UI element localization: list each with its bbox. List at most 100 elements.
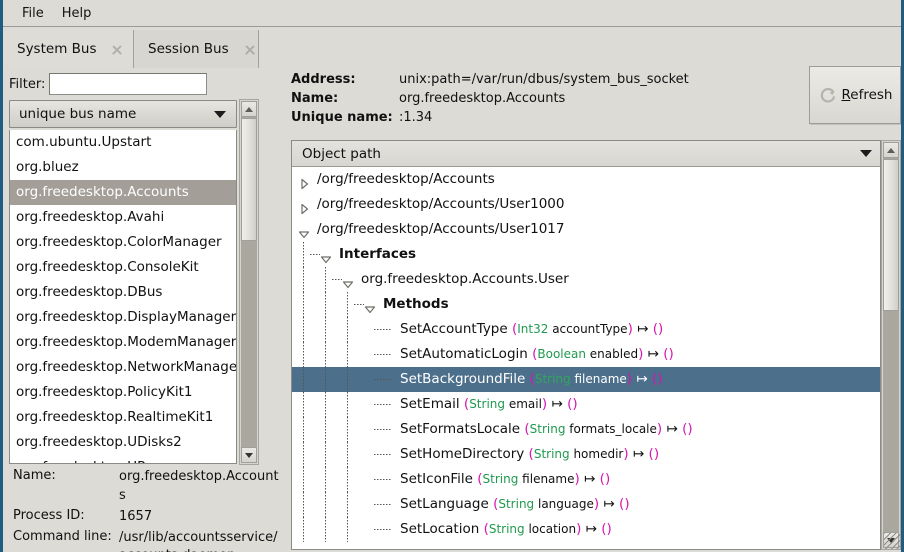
tree-expander-open-icon[interactable]	[320, 249, 332, 264]
list-item[interactable]: org.freedesktop.Accounts	[10, 180, 236, 205]
paren-open: (	[524, 446, 534, 462]
method-signature: SetAccountType (Int32 accountType) ↦ ()	[400, 317, 663, 342]
object-path-column-header[interactable]: Object path	[292, 141, 880, 167]
close-icon[interactable]	[243, 43, 246, 56]
list-item[interactable]: org.freedesktop.UPower	[10, 455, 236, 463]
refresh-button[interactable]: Refresh	[809, 66, 901, 124]
tab-session-bus[interactable]: Session Bus	[134, 30, 259, 68]
tree-row[interactable]: Methods	[292, 292, 880, 317]
tree-row[interactable]: /org/freedesktop/Accounts	[292, 167, 880, 192]
list-item[interactable]: org.freedesktop.ModemManager	[10, 330, 236, 355]
tab-session-bus-label: Session Bus	[148, 41, 229, 57]
method-return-type: ()	[652, 321, 664, 337]
tree-guide-line	[303, 242, 304, 267]
detail-value: :1.34	[399, 110, 433, 125]
method-arg-name: email	[505, 397, 542, 411]
tree-guide-stub	[374, 404, 392, 405]
tree-guide-stub	[374, 454, 392, 455]
menu-item-file[interactable]: File	[13, 3, 53, 24]
bus-name-type-select[interactable]: unique bus name	[9, 100, 237, 128]
tab-system-bus-label: System Bus	[17, 41, 97, 57]
tree-row[interactable]: Interfaces	[292, 242, 880, 267]
method-arg-type: String	[498, 497, 535, 511]
scroll-down-icon[interactable]	[241, 447, 257, 463]
tree-row-label: Methods	[383, 296, 449, 312]
returns-arrow-icon: ↦	[632, 371, 652, 387]
bus-name-type-value: unique bus name	[19, 106, 137, 122]
tree-row-method[interactable]: SetLanguage (String language) ↦ ()	[292, 492, 880, 517]
list-item[interactable]: org.freedesktop.ConsoleKit	[10, 255, 236, 280]
tree-expander-open-icon[interactable]	[342, 274, 354, 289]
tree-row[interactable]: org.freedesktop.Accounts.User	[292, 267, 880, 292]
method-arg-type: String	[469, 397, 505, 411]
tree-guide-line	[325, 392, 326, 417]
list-item[interactable]: org.freedesktop.NetworkManager	[10, 355, 236, 380]
list-item[interactable]: org.freedesktop.UDisks2	[10, 430, 236, 455]
list-item-label: org.freedesktop.UPower	[16, 459, 178, 463]
tree-row[interactable]: /org/freedesktop/Accounts/User1017	[292, 217, 880, 242]
list-item[interactable]: com.ubuntu.Upstart	[10, 130, 236, 155]
tree-expander-open-icon[interactable]	[298, 224, 310, 239]
list-item[interactable]: org.freedesktop.RealtimeKit1	[10, 405, 236, 430]
scroll-up-icon[interactable]	[241, 101, 257, 117]
scroll-up-icon[interactable]	[883, 142, 899, 158]
close-icon[interactable]	[110, 43, 121, 56]
search-input[interactable]	[49, 73, 208, 95]
tree-expander-closed-icon[interactable]	[298, 174, 310, 190]
tree-guide-line	[347, 517, 348, 542]
info-row: Process ID: 1657	[7, 508, 279, 527]
scrollbar-thumb[interactable]	[241, 118, 257, 241]
tree-guide-line	[347, 292, 348, 317]
tree-row-method[interactable]: SetEmail (String email) ↦ ()	[292, 392, 880, 417]
list-item-label: org.freedesktop.ColorManager	[16, 234, 222, 250]
paren-open: (	[459, 396, 470, 412]
method-arg-name: location	[524, 522, 577, 536]
method-name: SetEmail	[400, 396, 460, 412]
list-item[interactable]: org.freedesktop.Avahi	[10, 205, 236, 230]
menu-item-help[interactable]: Help	[53, 3, 101, 24]
object-tree-body[interactable]: /org/freedesktop/Accounts/org/freedeskto…	[292, 167, 880, 549]
tree-row-method[interactable]: SetLocation (String location) ↦ ()	[292, 517, 880, 542]
tree-row-method[interactable]: SetBackgroundFile (String filename) ↦ ()	[292, 367, 880, 392]
list-item[interactable]: org.freedesktop.ColorManager	[10, 230, 236, 255]
tree-expander-open-icon[interactable]	[364, 299, 376, 314]
method-return-type: ()	[682, 421, 693, 437]
tree-row-label: org.freedesktop.Accounts.User	[361, 271, 569, 287]
bus-names-list[interactable]: com.ubuntu.Upstart org.bluez org.freedeskt…	[9, 130, 237, 464]
detail-key: Address:	[291, 72, 356, 87]
tree-expander-closed-icon[interactable]	[298, 199, 310, 215]
tree-row-method[interactable]: SetAutomaticLogin (Boolean enabled) ↦ ()	[292, 342, 880, 367]
method-arg-name: enabled	[585, 347, 639, 361]
method-arg-type: Int32	[517, 322, 549, 336]
list-item[interactable]: org.freedesktop.DisplayManager	[10, 305, 236, 330]
object-tree-scrollbar[interactable]	[881, 140, 901, 550]
method-arg-name: language	[534, 497, 594, 511]
method-arg-type: String	[533, 447, 570, 461]
paren-open: (	[525, 371, 535, 387]
window-resize-grip[interactable]	[884, 533, 900, 549]
list-item[interactable]: org.freedesktop.PolicyKit1	[10, 380, 236, 405]
chevron-down-icon[interactable]	[860, 150, 872, 157]
chevron-down-icon	[214, 110, 226, 118]
tree-guide-line	[347, 442, 348, 467]
scrollbar-thumb[interactable]	[883, 159, 899, 311]
tab-system-bus[interactable]: System Bus	[3, 30, 134, 68]
tree-guide-line	[347, 392, 348, 417]
list-item[interactable]: org.bluez	[10, 155, 236, 180]
tree-row-method[interactable]: SetHomeDirectory (String homedir) ↦ ()	[292, 442, 880, 467]
tree-row-method[interactable]: SetAccountType (Int32 accountType) ↦ ()	[292, 317, 880, 342]
filter-row: Filter:	[9, 71, 277, 97]
tree-row-method[interactable]: SetFormatsLocale (String formats_locale)…	[292, 417, 880, 442]
method-arg-type: String	[529, 422, 566, 436]
tree-guide-line	[325, 267, 326, 292]
bus-names-scrollbar[interactable]	[239, 99, 259, 465]
returns-arrow-icon: ↦	[643, 346, 664, 362]
method-return-type: ()	[601, 521, 612, 537]
list-item-label: org.bluez	[16, 159, 79, 175]
tree-row-method[interactable]: SetIconFile (String filename) ↦ ()	[292, 467, 880, 492]
tree-guide-stub	[374, 329, 392, 330]
tree-row[interactable]: /org/freedesktop/Accounts/User1000	[292, 192, 880, 217]
method-signature: SetAutomaticLogin (Boolean enabled) ↦ ()	[400, 342, 674, 367]
method-return-type: ()	[651, 371, 663, 387]
list-item[interactable]: org.freedesktop.DBus	[10, 280, 236, 305]
